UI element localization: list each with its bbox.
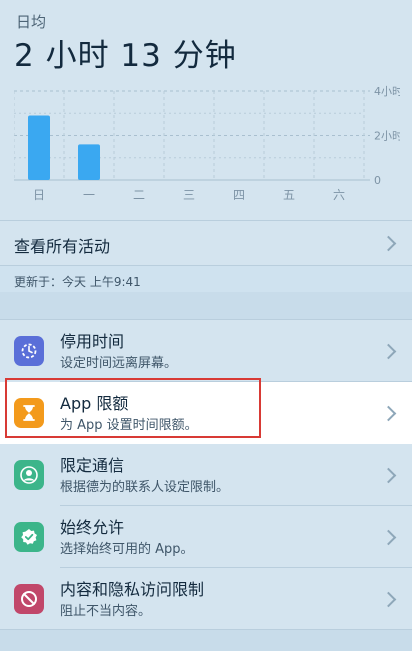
usage-summary: 日均 2 小时 13 分钟 4小时 2小时 0 日 一 二 三 四 五 六	[0, 0, 412, 220]
x-tick-label: 三	[183, 188, 195, 202]
chevron-right-icon	[380, 591, 397, 608]
updated-timestamp: 更新于：今天 上午9:41	[14, 275, 141, 289]
chevron-right-icon	[380, 405, 397, 422]
x-tick-label: 二	[133, 188, 145, 202]
chart-svg: 4小时 2小时 0 日 一 二 三 四 五 六	[14, 85, 400, 202]
contacts-icon	[14, 460, 44, 490]
always-allowed-row[interactable]: 始终允许 选择始终可用的 App。	[0, 506, 412, 568]
always-allowed-title: 始终允许	[60, 518, 125, 537]
y-tick-label: 4小时	[374, 85, 400, 98]
chevron-right-icon	[380, 529, 397, 546]
y-tick-label: 0	[374, 174, 381, 187]
downtime-icon	[14, 336, 44, 366]
settings-list: 停用时间 设定时间远离屏幕。 App 限额 为 App 设置时间限额。 限定通信…	[0, 319, 412, 629]
always-allowed-subtitle: 选择始终可用的 App。	[60, 542, 194, 557]
x-tick-label: 一	[83, 188, 95, 202]
chevron-right-icon	[380, 467, 397, 484]
selection-highlight	[5, 378, 261, 438]
section-gap	[0, 292, 412, 319]
content-privacy-title: 内容和隐私访问限制	[60, 580, 205, 599]
content-privacy-row[interactable]: 内容和隐私访问限制 阻止不当内容。	[0, 568, 412, 630]
communication-limits-subtitle: 根据德为的联系人设定限制。	[60, 480, 230, 495]
weekly-usage-chart: 4小时 2小时 0 日 一 二 三 四 五 六	[14, 85, 400, 205]
downtime-subtitle: 设定时间远离屏幕。	[60, 356, 178, 371]
x-tick-label: 日	[33, 188, 45, 202]
see-all-activity-label: 查看所有活动	[14, 237, 111, 256]
see-all-activity-row[interactable]: 查看所有活动	[0, 220, 412, 266]
content-privacy-subtitle: 阻止不当内容。	[60, 604, 152, 619]
bar-0	[28, 115, 50, 180]
x-tick-label: 六	[333, 188, 345, 202]
bottom-area	[0, 629, 412, 651]
downtime-row[interactable]: 停用时间 设定时间远离屏幕。	[0, 320, 412, 382]
communication-limits-row[interactable]: 限定通信 根据德为的联系人设定限制。	[0, 444, 412, 506]
block-icon	[14, 584, 44, 614]
x-tick-label: 四	[233, 188, 245, 202]
chevron-right-icon	[380, 343, 397, 360]
daily-average-value: 2 小时 13 分钟	[14, 38, 237, 74]
daily-average-label: 日均	[16, 13, 47, 31]
x-tick-label: 五	[283, 188, 295, 202]
check-shield-icon	[14, 522, 44, 552]
communication-limits-title: 限定通信	[60, 456, 125, 475]
downtime-title: 停用时间	[60, 332, 125, 351]
chevron-right-icon	[380, 235, 397, 252]
bar-1	[78, 144, 100, 180]
y-tick-label: 2小时	[374, 130, 400, 143]
